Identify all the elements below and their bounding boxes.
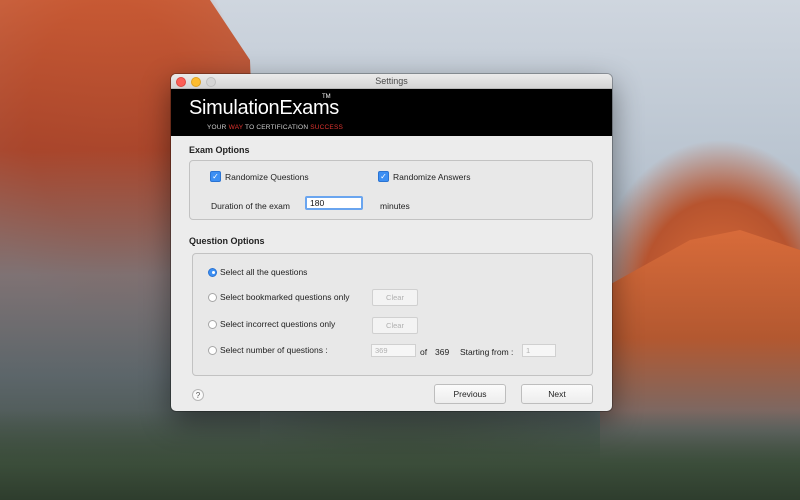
- previous-button[interactable]: Previous: [434, 384, 506, 404]
- radio-selected-icon: [208, 267, 217, 277]
- radio-icon: [208, 345, 217, 355]
- randomize-answers-label: Randomize Answers: [393, 171, 471, 182]
- of-label: of: [420, 347, 428, 357]
- brand-logo-text: SimulationExams: [189, 97, 340, 119]
- randomize-questions-label: Randomize Questions: [225, 171, 309, 182]
- radio-label: Select incorrect questions only: [220, 319, 336, 329]
- brand-banner: SimulationExams TM YOUR WAY TO CERTIFICA…: [171, 89, 612, 136]
- checkmark-icon: ✓: [210, 171, 221, 182]
- radio-icon: [208, 319, 217, 329]
- duration-unit-label: minutes: [380, 201, 410, 211]
- radio-incorrect-questions[interactable]: Select incorrect questions only: [208, 319, 335, 329]
- close-button[interactable]: [176, 77, 186, 87]
- radio-label: Select number of questions :: [220, 345, 328, 355]
- radio-icon: [208, 292, 217, 302]
- question-options-group: Select all the questions Select bookmark…: [192, 253, 593, 376]
- tagline-part: SUCCESS: [310, 124, 344, 131]
- radio-label: Select all the questions: [220, 267, 308, 277]
- checkmark-icon: ✓: [378, 171, 389, 182]
- settings-window: Settings SimulationExams TM YOUR WAY TO …: [171, 74, 612, 411]
- window-controls: [176, 77, 216, 87]
- tagline-part: WAY: [228, 124, 244, 131]
- wallpaper-forest: [0, 410, 800, 500]
- tagline-part: TO CERTIFICATION: [243, 124, 311, 131]
- duration-input[interactable]: 180: [305, 196, 363, 210]
- clear-incorrect-button[interactable]: Clear: [372, 317, 418, 334]
- radio-label: Select bookmarked questions only: [220, 292, 350, 302]
- randomize-questions-checkbox[interactable]: ✓ Randomize Questions: [210, 171, 309, 182]
- randomize-answers-checkbox[interactable]: ✓ Randomize Answers: [378, 171, 470, 182]
- exam-options-group: ✓ Randomize Questions ✓ Randomize Answer…: [189, 160, 593, 220]
- brand-tagline: YOUR WAY TO CERTIFICATION SUCCESS: [207, 124, 343, 131]
- question-options-title: Question Options: [189, 236, 265, 246]
- exam-options-title: Exam Options: [189, 145, 250, 155]
- clear-bookmarked-button[interactable]: Clear: [372, 289, 418, 306]
- next-button[interactable]: Next: [521, 384, 593, 404]
- window-title: Settings: [375, 76, 408, 86]
- starting-from-input[interactable]: 1: [522, 344, 556, 357]
- radio-bookmarked-questions[interactable]: Select bookmarked questions only: [208, 292, 349, 302]
- help-button[interactable]: ?: [192, 389, 204, 401]
- title-bar: Settings: [171, 74, 612, 89]
- radio-all-questions[interactable]: Select all the questions: [208, 267, 307, 277]
- tagline-part: YOUR: [207, 124, 229, 131]
- radio-number-of-questions[interactable]: Select number of questions :: [208, 345, 328, 355]
- zoom-button[interactable]: [206, 77, 216, 87]
- starting-from-label: Starting from :: [460, 347, 514, 357]
- minimize-button[interactable]: [191, 77, 201, 87]
- duration-label: Duration of the exam: [211, 201, 290, 211]
- number-of-questions-input[interactable]: 369: [371, 344, 416, 357]
- trademark-mark: TM: [322, 94, 331, 100]
- total-questions-count: 369: [435, 347, 450, 357]
